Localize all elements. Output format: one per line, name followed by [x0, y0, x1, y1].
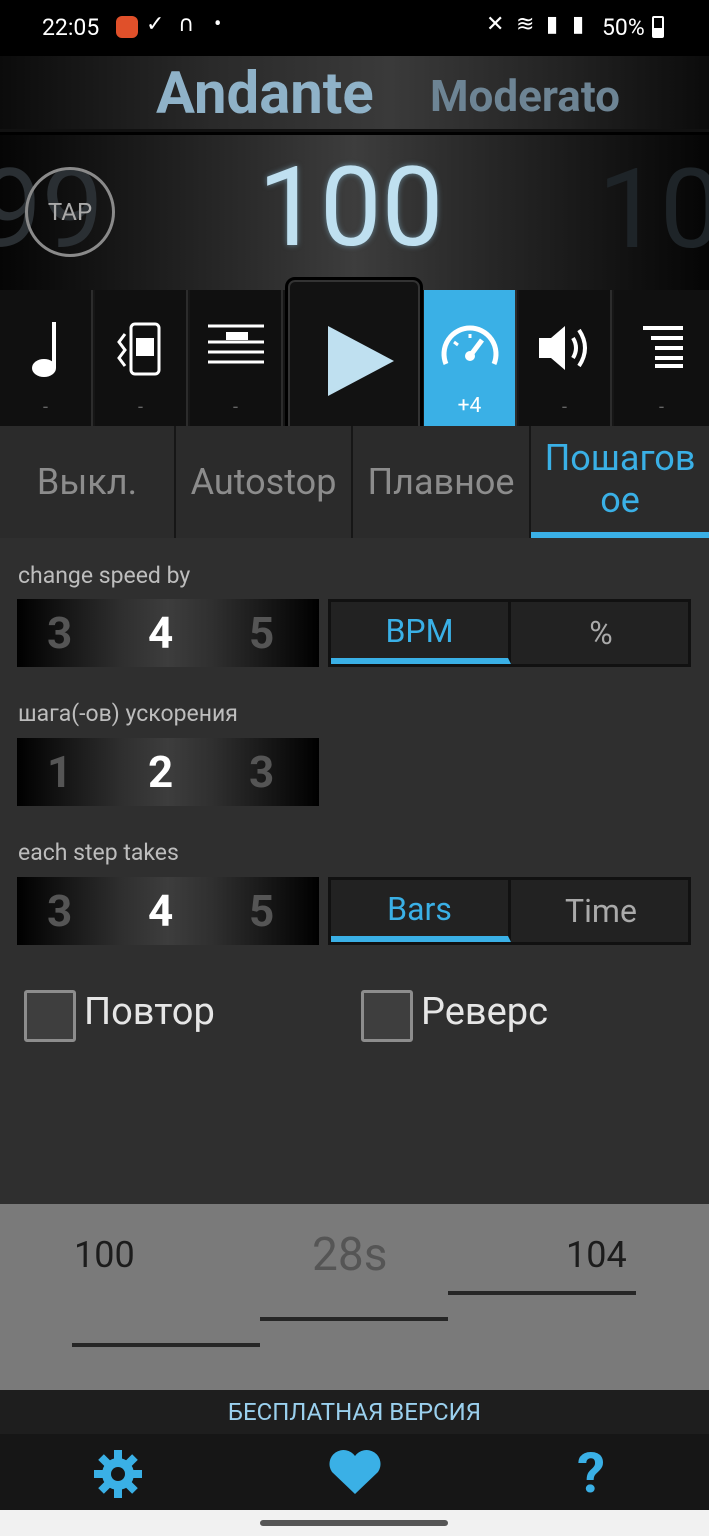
wheel-prev-value: 3 [47, 607, 73, 659]
system-gesture-bar [0, 1510, 709, 1536]
signal-icon: ▮ [572, 12, 585, 37]
vibrate-button[interactable]: - [95, 290, 188, 426]
quarter-note-icon [31, 322, 56, 377]
vibrate-value: - [138, 397, 143, 418]
step-duration-wheel[interactable]: 3 4 5 [17, 877, 319, 945]
tempo-name-current: Andante [156, 60, 374, 128]
bottom-nav: ? [0, 1434, 709, 1510]
play-icon [328, 326, 394, 396]
wifi-icon: ≋ [516, 12, 535, 37]
tab-autostop[interactable]: Autostop [176, 426, 353, 538]
bpm-wheel[interactable]: 99 100 10 TAP [0, 135, 709, 290]
step-unit-toggle: Bars Time [328, 877, 691, 945]
step-progress-display: 100 28s 104 [0, 1204, 709, 1390]
unit-percent-option[interactable]: % [511, 602, 691, 664]
app-badge-icon [116, 16, 138, 38]
wheel-next-value: 5 [249, 607, 275, 659]
step-time-remaining: 28s [312, 1228, 388, 1282]
tab-stepwise[interactable]: Пошагов ое [531, 426, 709, 538]
steps-label: шага(-ов) ускорения [18, 700, 238, 727]
heart-icon [328, 1449, 381, 1494]
repeat-checkbox[interactable] [24, 990, 76, 1042]
unit-bpm-option[interactable]: BPM [331, 602, 511, 664]
bars-value: - [233, 397, 238, 418]
tab-smooth[interactable]: Плавное [353, 426, 531, 538]
speedometer-icon [441, 325, 498, 365]
end-bpm: 104 [566, 1234, 627, 1276]
steps-count-wheel[interactable]: 1 2 3 [17, 738, 319, 806]
menu-button[interactable]: - [614, 290, 709, 426]
status-bar: 22:05 ✓ ∩ • ✕ ≋ ▮ ▮ 50% [0, 0, 709, 56]
mute-icon: ✕ [486, 12, 505, 37]
wheel-next-value: 5 [249, 885, 275, 937]
tempo-name-next: Moderato [430, 70, 620, 122]
bar-lines-icon [207, 324, 264, 364]
change-speed-label: change speed by [18, 562, 191, 589]
repeat-label: Повтор [84, 990, 215, 1034]
wheel-current-value: 4 [148, 885, 174, 937]
menu-lines-icon [642, 326, 683, 368]
bars-button[interactable]: - [190, 290, 283, 426]
step-line-1 [72, 1343, 260, 1347]
note-value-button[interactable]: - [0, 290, 93, 426]
wheel-prev-value: 3 [47, 885, 73, 937]
favorites-button[interactable] [236, 1434, 473, 1510]
clock: 22:05 [42, 14, 100, 41]
tempo-name-scroller[interactable]: Andante Moderato [0, 56, 709, 132]
tap-button[interactable]: TAP [25, 167, 115, 257]
tempo-change-button[interactable]: +4 [424, 290, 517, 426]
reverse-checkbox[interactable] [361, 990, 413, 1042]
gear-icon [94, 1450, 142, 1498]
step-line-3 [448, 1291, 636, 1295]
start-bpm: 100 [74, 1234, 135, 1276]
unit-bars-option[interactable]: Bars [331, 880, 511, 942]
vibrate-phone-icon [116, 322, 160, 376]
tab-off[interactable]: Выкл. [0, 426, 176, 538]
help-button[interactable]: ? [473, 1434, 709, 1510]
bpm-current-value: 100 [258, 143, 444, 272]
check-circle-icon: ✓ [146, 12, 165, 37]
unit-time-option[interactable]: Time [511, 880, 691, 942]
speed-unit-toggle: BPM % [328, 599, 691, 667]
menu-value: - [659, 397, 664, 418]
speaker-icon [538, 326, 587, 370]
wheel-next-value: 3 [249, 746, 275, 798]
step-settings-panel: change speed by 3 4 5 BPM % шага(-ов) ус… [0, 538, 709, 1204]
headphones-icon: ∩ [178, 12, 195, 37]
reverse-label: Реверс [421, 990, 548, 1034]
reverse-checkbox-row[interactable]: Реверс [361, 986, 621, 1046]
note-value-label: - [43, 397, 48, 418]
home-gesture-handle[interactable] [260, 1520, 448, 1526]
dot-icon: • [214, 12, 222, 37]
free-version-banner[interactable]: БЕСПЛАТНАЯ ВЕРСИЯ [0, 1390, 709, 1434]
sound-button[interactable]: - [519, 290, 612, 426]
step-line-2 [260, 1317, 448, 1321]
play-button[interactable] [285, 277, 423, 439]
battery-percent: 50% [602, 14, 645, 41]
mode-tabs: Выкл. Autostop Плавное Пошагов ое [0, 426, 709, 538]
wheel-current-value: 2 [148, 746, 174, 798]
signal-icon: ▮ [546, 12, 559, 37]
wheel-current-value: 4 [148, 607, 174, 659]
bpm-next-value: 10 [598, 145, 709, 274]
sound-value: - [562, 397, 567, 418]
step-takes-label: each step takes [18, 839, 179, 866]
repeat-checkbox-row[interactable]: Повтор [24, 986, 284, 1046]
settings-button[interactable] [0, 1434, 236, 1510]
help-icon: ? [577, 1440, 605, 1506]
wheel-prev-value: 1 [47, 746, 73, 798]
speed-amount-wheel[interactable]: 3 4 5 [17, 599, 319, 667]
battery-icon [652, 16, 664, 38]
tempo-change-value: +4 [457, 394, 482, 418]
